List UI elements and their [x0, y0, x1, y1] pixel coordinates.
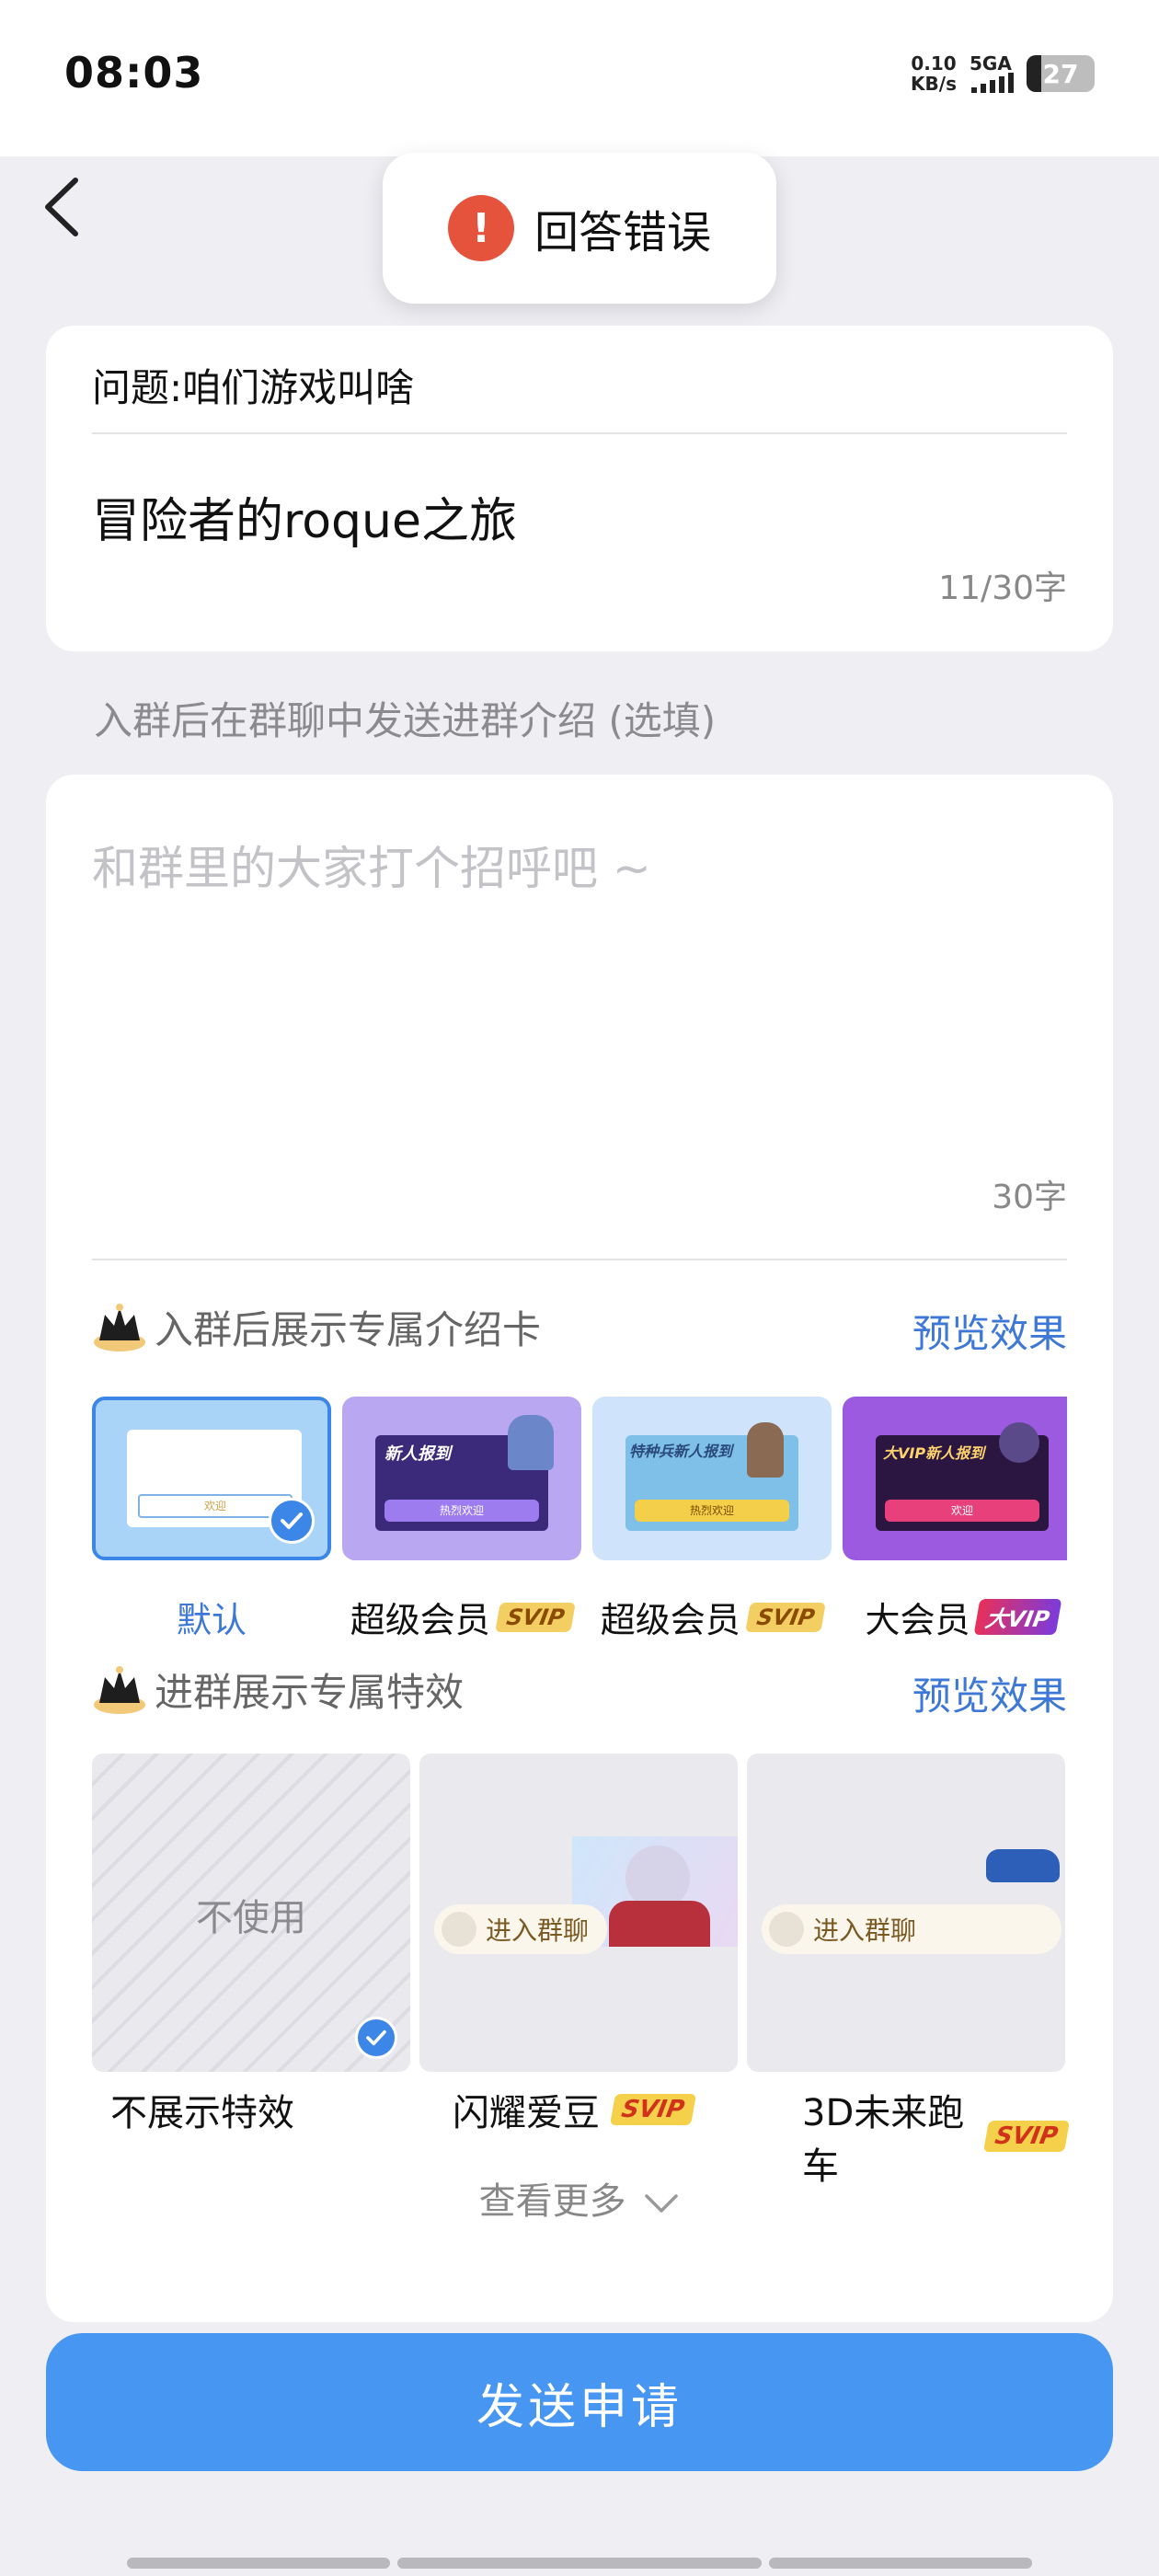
network-speed: 0.10 KB/s — [911, 53, 957, 94]
intro-card-option-label: 超级会员 SVIP — [333, 1592, 591, 1642]
intro-card-option-svip-2[interactable]: 特种兵新人报到 热烈欢迎 — [592, 1397, 832, 1560]
intro-card-options: 欢迎 新人报到 热烈欢迎 特种兵新人报到 热烈欢迎 大VIP新人报到 欢迎 默认… — [92, 1397, 1067, 1654]
card-art-text: 大VIP新人报到 — [883, 1444, 985, 1462]
effect-options: 不使用 进入群聊 进入群聊 不展示特效 闪耀爱豆 SVIP 3D未来跑车 SVI… — [92, 1754, 1070, 2188]
see-more-label: 查看更多 — [478, 2180, 626, 2223]
effect-none-text: 不使用 — [196, 1897, 306, 1939]
intro-card-section-label: 入群后展示专属介绍卡 — [155, 1307, 542, 1352]
intro-char-count: 30字 — [992, 1179, 1067, 1216]
answer-input[interactable]: 冒险者的roque之旅 — [92, 482, 517, 551]
character-art — [747, 1422, 784, 1478]
intro-card-preview-link[interactable]: 预览效果 — [912, 1303, 1067, 1359]
effect-option-idol[interactable]: 进入群聊 — [419, 1754, 738, 2072]
intro-card-option-svip-1[interactable]: 新人报到 热烈欢迎 — [342, 1397, 581, 1560]
avatar — [442, 1912, 476, 1947]
character-art — [508, 1415, 554, 1470]
car-art — [986, 1849, 1060, 1882]
intro-card: 和群里的大家打个招呼吧 ~ 30字 入群后展示专属介绍卡 预览效果 欢迎 新人报… — [46, 775, 1113, 2322]
effect-option-label: 闪耀爱豆 SVIP — [453, 2083, 696, 2136]
card-art-text: 特种兵新人报到 — [629, 1443, 733, 1460]
join-group-pill: 进入群聊 — [434, 1904, 608, 1954]
answer-char-count: 11/30字 — [938, 569, 1067, 607]
card-art-subtext: 热烈欢迎 — [384, 1500, 539, 1522]
checkmark-icon — [269, 1498, 315, 1544]
checkmark-icon — [355, 2017, 397, 2059]
back-arrow-icon[interactable] — [40, 175, 86, 239]
intro-message-input[interactable]: 和群里的大家打个招呼吧 ~ — [92, 832, 651, 898]
divider — [92, 1259, 1067, 1260]
intro-card-option-big-vip[interactable]: 大VIP新人报到 欢迎 — [843, 1397, 1067, 1560]
send-request-button[interactable]: 发送申请 — [46, 2333, 1113, 2471]
question-label: 问题:咱们游戏叫啥 — [92, 365, 415, 410]
card-art-subtext: 热烈欢迎 — [635, 1500, 789, 1522]
effect-option-label: 不展示特效 — [110, 2092, 294, 2134]
intro-card-section-title: 入群后展示专属介绍卡 — [92, 1299, 541, 1355]
svip-badge: SVIP — [610, 2094, 696, 2125]
crown-icon — [94, 1665, 145, 1714]
signal-bars-icon — [971, 73, 1014, 93]
svip-badge: SVIP — [744, 1602, 827, 1632]
signal-icon: 5GA — [970, 54, 1014, 93]
effect-option-none[interactable]: 不使用 — [92, 1754, 410, 2072]
card-art-subtext: 欢迎 — [885, 1500, 1039, 1522]
gesture-bar-segment — [127, 2558, 390, 2569]
gesture-bar-segment — [769, 2558, 1032, 2569]
intro-card-option-label: 大会员 大VIP — [833, 1592, 1067, 1642]
question-card: 问题:咱们游戏叫啥 冒险者的roque之旅 11/30字 — [46, 326, 1113, 651]
svip-badge: SVIP — [983, 2121, 1070, 2152]
intro-card-option-label: 默认 — [176, 1600, 247, 1640]
exclamation-icon: ! — [447, 195, 514, 261]
join-group-pill: 进入群聊 — [762, 1904, 1061, 1954]
svip-badge: SVIP — [494, 1602, 577, 1632]
effect-section-label: 进群展示专属特效 — [155, 1670, 465, 1715]
effect-preview-link[interactable]: 预览效果 — [912, 1665, 1067, 1721]
status-icons: 0.10 KB/s 5GA 27 — [911, 53, 1095, 94]
effect-section-title: 进群展示专属特效 — [92, 1662, 464, 1718]
status-bar: 08:03 0.10 KB/s 5GA 27 — [0, 0, 1159, 236]
chevron-down-icon — [645, 2194, 679, 2213]
toast-text: 回答错误 — [534, 207, 711, 259]
intro-card-option-default[interactable]: 欢迎 — [92, 1397, 331, 1560]
avatar — [769, 1912, 804, 1947]
vip-badge: 大VIP — [974, 1599, 1062, 1635]
error-toast: ! 回答错误 — [383, 153, 776, 304]
character-art — [999, 1422, 1039, 1463]
intro-hint: 入群后在群聊中发送进群介绍 (选填) — [94, 698, 717, 743]
card-art-text: 新人报到 — [384, 1444, 451, 1464]
crown-icon — [94, 1303, 145, 1351]
network-type: 5GA — [970, 52, 1012, 75]
battery-icon: 27 — [1027, 55, 1095, 92]
clock: 08:03 — [64, 48, 204, 98]
intro-card-option-label: 超级会员 SVIP — [583, 1592, 841, 1642]
gesture-bar-segment — [397, 2558, 762, 2569]
divider — [92, 432, 1067, 434]
effect-option-3d-car[interactable]: 进入群聊 — [747, 1754, 1065, 2072]
battery-level: 27 — [1042, 59, 1079, 89]
network-speed-unit: KB/s — [911, 73, 957, 95]
network-speed-value: 0.10 — [911, 52, 957, 75]
see-more-button[interactable]: 查看更多 — [0, 2171, 1159, 2225]
